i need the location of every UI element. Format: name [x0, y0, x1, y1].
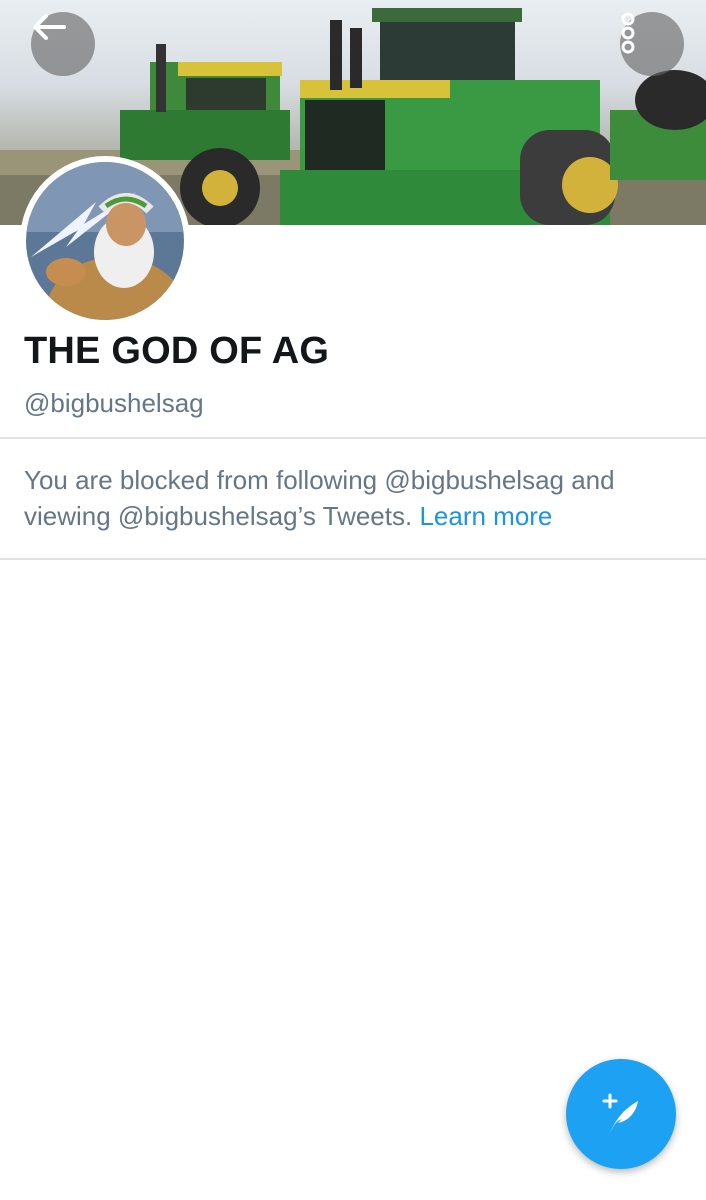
avatar[interactable] [26, 162, 184, 320]
profile-handle: @bigbushelsag [24, 388, 204, 418]
arrow-left-icon [33, 14, 66, 40]
more-options-button[interactable] [620, 12, 684, 76]
blocked-notice: You are blocked from following @bigbushe… [24, 462, 684, 534]
profile-display-name: THE GOD OF AG [24, 330, 330, 372]
compose-tweet-icon [602, 1093, 638, 1133]
avatar-image [26, 162, 184, 320]
learn-more-link[interactable]: Learn more [419, 501, 552, 531]
compose-tweet-button[interactable] [566, 1059, 676, 1169]
divider [0, 437, 706, 439]
avatar-frame[interactable] [20, 156, 190, 326]
more-vertical-icon [621, 12, 635, 54]
back-button[interactable] [31, 12, 95, 76]
divider [0, 558, 706, 560]
